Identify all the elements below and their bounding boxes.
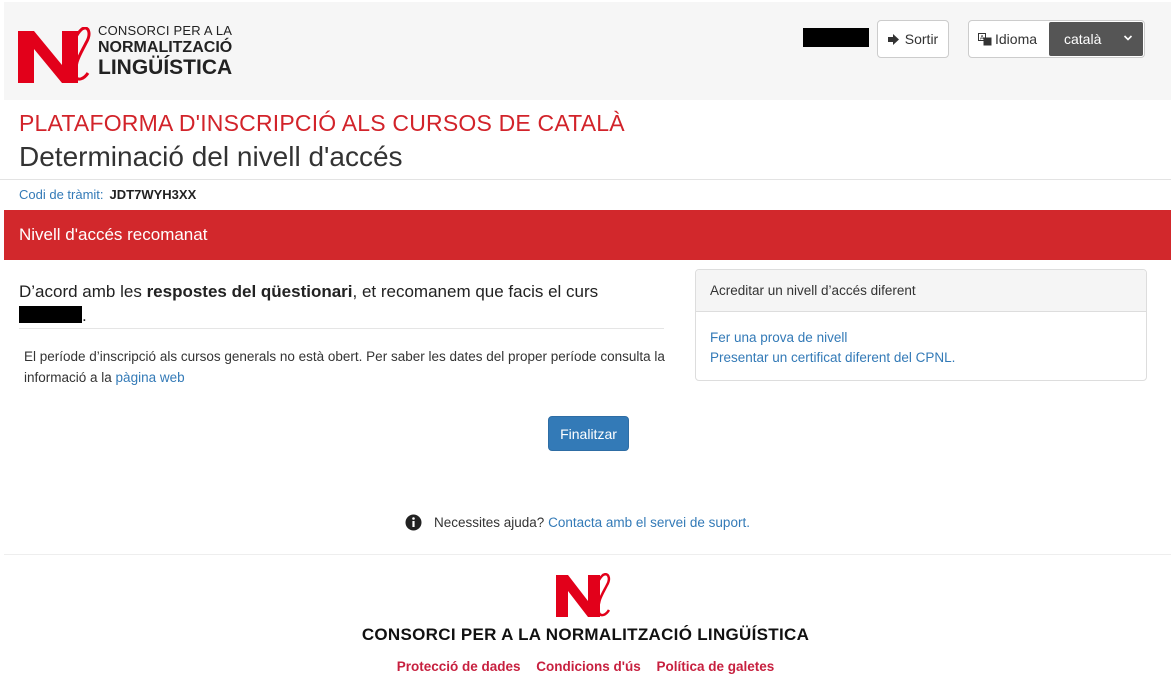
tramit-code: Codi de tràmit: JDT7WYH3XX xyxy=(19,187,196,202)
language-dropdown[interactable]: català xyxy=(1049,22,1143,56)
language-selected: català xyxy=(1064,31,1102,47)
logo-line1: CONSORCI PER A LA xyxy=(98,23,233,38)
tramit-code-label: Codi de tràmit: xyxy=(19,187,104,202)
divider xyxy=(4,554,1171,555)
panel-body: Fer una prova de nivell Presentar un cer… xyxy=(696,312,1146,368)
level-test-link[interactable]: Fer una prova de nivell xyxy=(710,328,1132,348)
redacted-course xyxy=(19,306,82,323)
tramit-code-value: JDT7WYH3XX xyxy=(109,187,197,202)
certificate-link[interactable]: Presentar un certificat diferent del CPN… xyxy=(710,348,1132,368)
page-title: Determinació del nivell d'accés xyxy=(19,141,403,172)
recommendation-text: D’acord amb les respostes del qüestionar… xyxy=(19,282,599,325)
support-link[interactable]: Contacta amb el servei de suport. xyxy=(548,515,750,530)
reco-suffix: , et recomanem que facis el curs xyxy=(352,282,599,301)
cookies-link[interactable]: Política de galetes xyxy=(657,659,775,674)
sortir-label: Sortir xyxy=(904,31,939,47)
translate-icon: A xyxy=(978,33,992,46)
cpnl-logo[interactable]: CONSORCI PER A LA NORMALITZACIÓ LINGÜÍST… xyxy=(18,24,248,86)
platform-title: PLATAFORMA D'INSCRIPCIÓ ALS CURSOS DE CA… xyxy=(19,110,625,136)
logout-icon xyxy=(887,33,899,45)
divider xyxy=(19,328,664,329)
terms-link[interactable]: Condicions d'ús xyxy=(536,659,640,674)
redacted-username xyxy=(803,28,869,47)
alternative-level-panel: Acreditar un nivell d’accés diferent Fer… xyxy=(695,269,1147,381)
privacy-link[interactable]: Protecció de dades xyxy=(397,659,521,674)
reco-prefix: D’acord amb les xyxy=(19,282,147,301)
section-header: Nivell d'accés recomanat xyxy=(4,210,1171,260)
panel-heading: Acreditar un nivell d’accés diferent xyxy=(696,270,1146,312)
reco-bold: respostes del qüestionari xyxy=(146,282,353,301)
footer-logo-icon[interactable] xyxy=(556,573,612,617)
logo-line2: NORMALITZACIÓ xyxy=(98,39,233,56)
finalize-label: Finalitzar xyxy=(560,425,617,442)
idioma-label: Idioma xyxy=(995,31,1038,47)
logo-line3: LINGÜÍSTICA xyxy=(98,56,233,79)
sortir-button[interactable]: Sortir xyxy=(877,20,949,58)
logo-text: CONSORCI PER A LA NORMALITZACIÓ LINGÜÍST… xyxy=(98,24,232,78)
footer-links: Protecció de dades Condicions d'ús Polít… xyxy=(0,659,1171,674)
enrollment-notice: El període d’inscripció als cursos gener… xyxy=(24,346,684,388)
footer-org-name: CONSORCI PER A LA NORMALITZACIÓ LINGÜÍST… xyxy=(361,625,810,644)
cpnl-logo-mark-icon xyxy=(18,27,91,83)
finalize-button[interactable]: Finalitzar xyxy=(548,416,629,451)
divider xyxy=(0,179,1171,180)
language-selector[interactable]: A Idioma català xyxy=(968,20,1145,58)
section-title: Nivell d'accés recomanat xyxy=(19,225,208,244)
help-section: Necessites ajuda? Contacta amb el servei… xyxy=(405,514,750,531)
web-page-link[interactable]: pàgina web xyxy=(116,370,185,385)
panel-title: Acreditar un nivell d’accés diferent xyxy=(710,283,916,298)
info-icon xyxy=(405,514,422,531)
help-text: Necessites ajuda? xyxy=(434,515,545,530)
chevron-down-icon xyxy=(1123,35,1133,41)
